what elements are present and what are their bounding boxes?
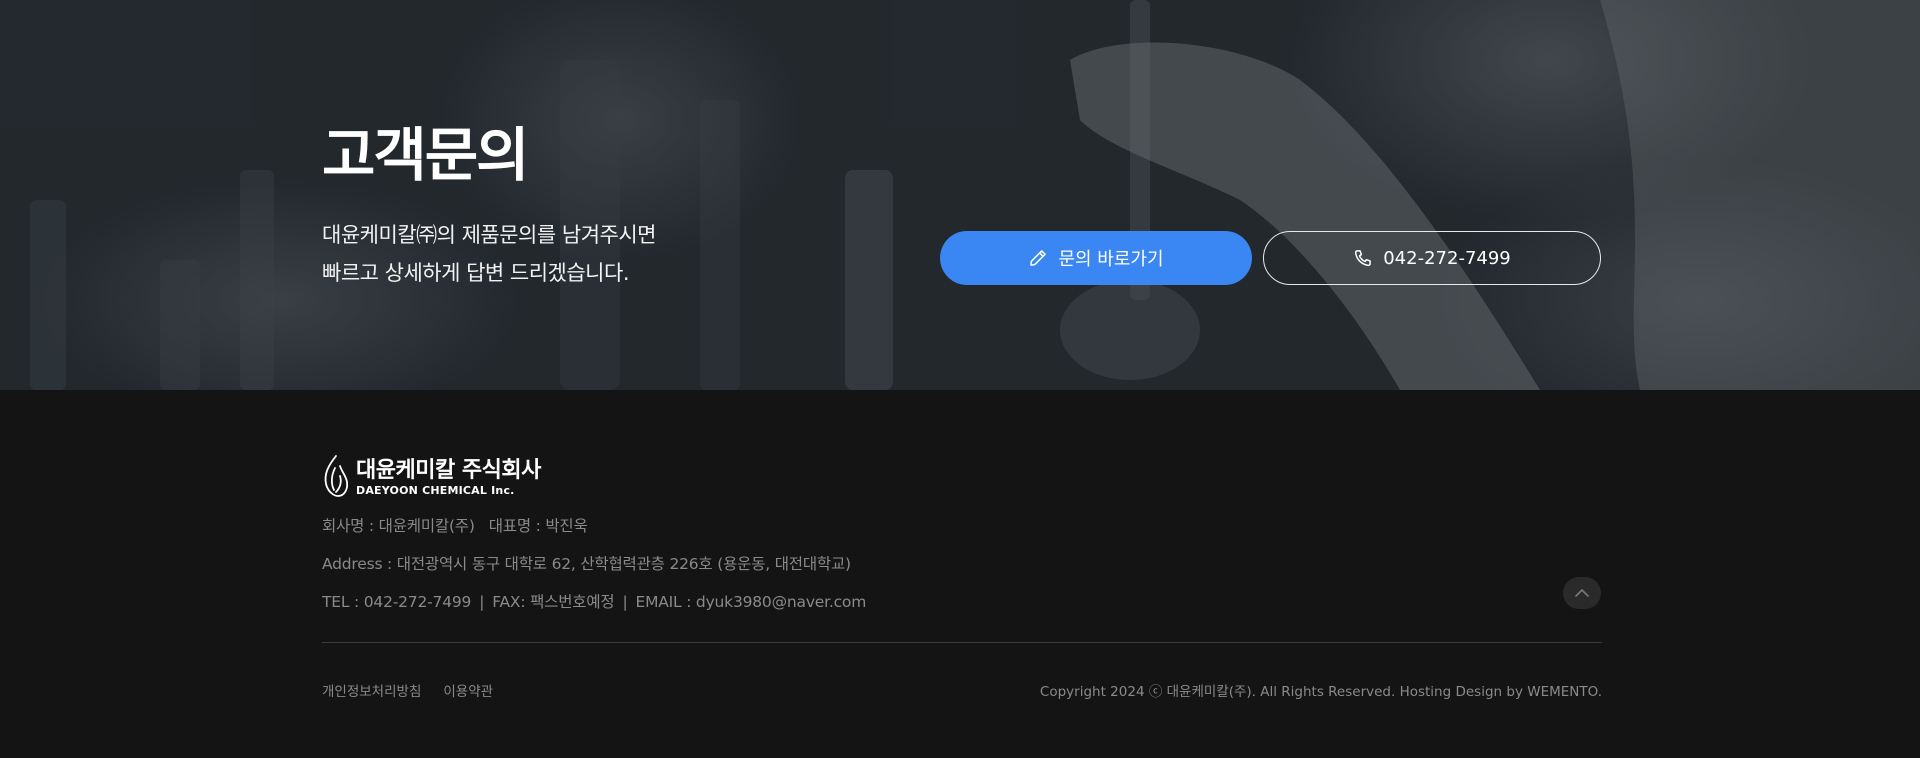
footer-content: 대윤케미칼 주식회사 DAEYOON CHEMICAL Inc. 회사명 : 대… — [322, 390, 1602, 758]
legal-links: 개인정보처리방침 이용약관 — [322, 680, 493, 700]
terms-link[interactable]: 이용약관 — [443, 680, 493, 700]
chevron-up-icon — [1575, 589, 1589, 597]
pencil-icon — [1030, 250, 1047, 266]
hero-description: 대윤케미칼㈜의 제품문의를 남겨주시면 빠르고 상세하게 답변 드리겠습니다. — [322, 216, 656, 292]
company-logo[interactable]: 대윤케미칼 주식회사 DAEYOON CHEMICAL Inc. — [322, 454, 541, 502]
phone-button[interactable]: 042-272-7499 — [1263, 231, 1601, 285]
phone-icon — [1355, 250, 1372, 267]
separator: | — [479, 593, 485, 611]
company-name: 회사명 : 대윤케미칼(주) — [322, 517, 475, 535]
address-line: Address : 대전광역시 동구 대학로 62, 산학협력관층 226호 (… — [322, 552, 851, 574]
email-address: EMAIL : dyuk3980@naver.com — [635, 593, 867, 611]
fax-number: FAX: 팩스번호예정 — [492, 593, 615, 611]
flame-logo-icon — [322, 454, 350, 502]
tel-number: TEL : 042-272-7499 — [322, 593, 472, 611]
inquiry-button-label: 문의 바로가기 — [1058, 249, 1164, 270]
page-title: 고객문의 — [322, 121, 529, 189]
privacy-policy-link[interactable]: 개인정보처리방침 — [322, 680, 421, 700]
ceo-name: 대표명 : 박진욱 — [488, 517, 588, 535]
hero-banner: 고객문의 대윤케미칼㈜의 제품문의를 남겨주시면 빠르고 상세하게 답변 드리겠… — [0, 0, 1920, 390]
hero-description-line-2: 빠르고 상세하게 답변 드리겠습니다. — [322, 261, 629, 285]
scroll-top-button[interactable] — [1563, 577, 1601, 609]
copyright-text: Copyright 2024 ⓒ 대윤케미칼(주). All Rights Re… — [1039, 684, 1602, 700]
inquiry-button[interactable]: 문의 바로가기 — [940, 231, 1252, 285]
contact-line: TEL : 042-272-7499 | FAX: 팩스번호예정 | EMAIL : d… — [322, 590, 866, 612]
separator: | — [622, 593, 628, 611]
hero-content: 고객문의 대윤케미칼㈜의 제품문의를 남겨주시면 빠르고 상세하게 답변 드리겠… — [322, 0, 1602, 390]
company-address: Address : 대전광역시 동구 대학로 62, 산학협력관층 226호 (… — [322, 555, 851, 573]
footer-divider — [322, 642, 1602, 643]
phone-button-label: 042-272-7499 — [1383, 247, 1511, 269]
logo-text: 대윤케미칼 주식회사 DAEYOON CHEMICAL Inc. — [356, 458, 541, 498]
logo-text-english: DAEYOON CHEMICAL Inc. — [356, 484, 515, 497]
site-footer: 대윤케미칼 주식회사 DAEYOON CHEMICAL Inc. 회사명 : 대… — [0, 390, 1920, 758]
logo-text-korean: 대윤케미칼 주식회사 — [356, 458, 541, 483]
company-info-line: 회사명 : 대윤케미칼(주) 대표명 : 박진욱 — [322, 514, 588, 536]
hero-description-line-1: 대윤케미칼㈜의 제품문의를 남겨주시면 — [322, 223, 656, 247]
